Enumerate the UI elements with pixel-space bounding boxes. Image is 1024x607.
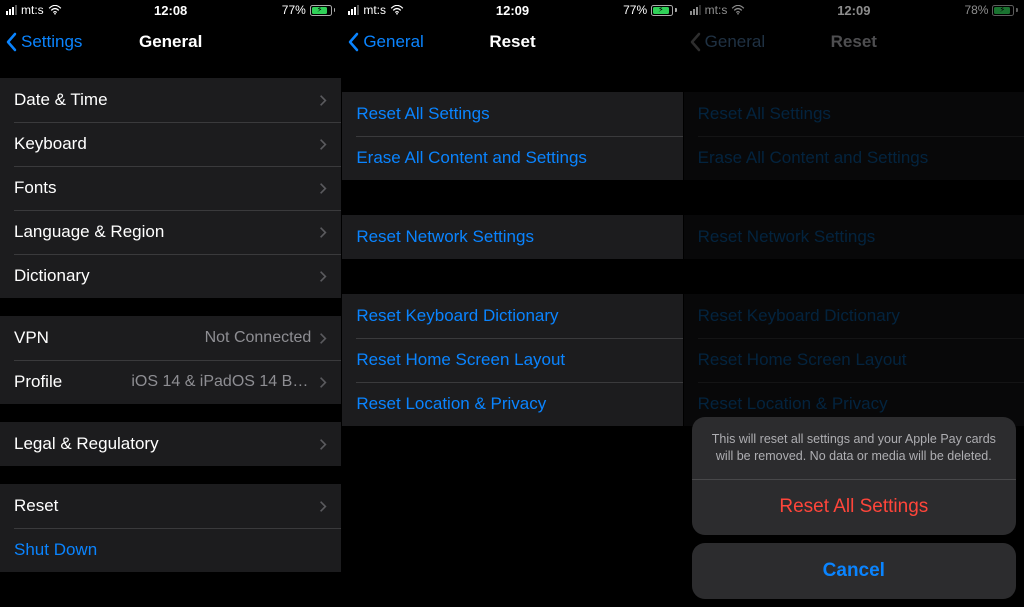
action-sheet: This will reset all settings and your Ap… bbox=[692, 417, 1016, 599]
reset-option[interactable]: Reset Location & Privacy bbox=[342, 382, 682, 426]
reset-group: Reset Keyboard Dictionary Reset Home Scre… bbox=[342, 294, 682, 426]
pane-reset: mt:s 12:09 77% ⚡︎ General Reset Reset Al… bbox=[341, 0, 682, 607]
reset-option-label: Reset Network Settings bbox=[356, 227, 534, 247]
settings-group: Date & Time Keyboard Fonts Language & Regio… bbox=[0, 78, 341, 298]
reset-option[interactable]: Reset Keyboard Dictionary bbox=[342, 294, 682, 338]
reset-option-label: Reset All Settings bbox=[356, 104, 489, 124]
reset-group: Reset Network Settings bbox=[342, 215, 682, 259]
settings-row[interactable]: Fonts bbox=[0, 166, 341, 210]
chevron-left-icon bbox=[6, 32, 18, 52]
settings-row[interactable]: ProfileiOS 14 & iPadOS 14 Beta Softwar..… bbox=[0, 360, 341, 404]
reset-option[interactable]: Reset Home Screen Layout bbox=[342, 338, 682, 382]
settings-group: VPNNot ConnectedProfileiOS 14 & iPadOS 1… bbox=[0, 316, 341, 404]
reset-content: Reset All Settings Erase All Content and … bbox=[342, 64, 682, 607]
row-label: Profile bbox=[14, 372, 131, 392]
row-label: Shut Down bbox=[14, 540, 327, 560]
status-bar: mt:s 12:08 77% ⚡︎ bbox=[0, 0, 341, 20]
reset-option[interactable]: Reset Network Settings bbox=[342, 215, 682, 259]
back-label: Settings bbox=[21, 32, 82, 52]
signal-bars-icon bbox=[6, 5, 17, 15]
reset-all-settings-button[interactable]: Reset All Settings bbox=[692, 479, 1016, 535]
nav-title: Reset bbox=[489, 32, 535, 52]
nav-title: General bbox=[139, 32, 202, 52]
carrier-label: mt:s bbox=[21, 3, 44, 17]
battery-percent: 77% bbox=[623, 3, 647, 17]
settings-row[interactable]: Language & Region bbox=[0, 210, 341, 254]
row-label: VPN bbox=[14, 328, 205, 348]
row-label: Language & Region bbox=[14, 222, 319, 242]
action-sheet-card: This will reset all settings and your Ap… bbox=[692, 417, 1016, 535]
chevron-right-icon bbox=[319, 332, 327, 345]
reset-option-label: Reset Location & Privacy bbox=[356, 394, 546, 414]
settings-group: Reset Shut Down bbox=[0, 484, 341, 572]
settings-content: Date & Time Keyboard Fonts Language & Regio… bbox=[0, 64, 341, 607]
chevron-right-icon bbox=[319, 376, 327, 389]
reset-group: Reset All Settings Erase All Content and … bbox=[342, 92, 682, 180]
carrier-label: mt:s bbox=[363, 3, 386, 17]
chevron-right-icon bbox=[319, 182, 327, 195]
nav-bar: Settings General bbox=[0, 20, 341, 64]
settings-row[interactable]: Reset bbox=[0, 484, 341, 528]
battery-icon: ⚡︎ bbox=[651, 5, 677, 16]
row-label: Legal & Regulatory bbox=[14, 434, 319, 454]
settings-row[interactable]: Keyboard bbox=[0, 122, 341, 166]
cancel-button[interactable]: Cancel bbox=[692, 543, 1016, 599]
settings-row[interactable]: Shut Down bbox=[0, 528, 341, 572]
back-label: General bbox=[363, 32, 423, 52]
chevron-right-icon bbox=[319, 270, 327, 283]
chevron-right-icon bbox=[319, 226, 327, 239]
reset-option[interactable]: Erase All Content and Settings bbox=[342, 136, 682, 180]
settings-group: Legal & Regulatory bbox=[0, 422, 341, 466]
chevron-right-icon bbox=[319, 94, 327, 107]
nav-bar: General Reset bbox=[342, 20, 682, 64]
back-button[interactable]: General bbox=[348, 32, 423, 52]
row-label: Date & Time bbox=[14, 90, 319, 110]
chevron-right-icon bbox=[319, 438, 327, 451]
battery-percent: 77% bbox=[282, 3, 306, 17]
row-label: Keyboard bbox=[14, 134, 319, 154]
reset-option-label: Reset Home Screen Layout bbox=[356, 350, 565, 370]
row-label: Reset bbox=[14, 496, 319, 516]
settings-row[interactable]: Dictionary bbox=[0, 254, 341, 298]
settings-row[interactable]: VPNNot Connected bbox=[0, 316, 341, 360]
battery-icon: ⚡︎ bbox=[310, 5, 336, 16]
chevron-right-icon bbox=[319, 138, 327, 151]
status-time: 12:08 bbox=[154, 3, 187, 18]
status-bar: mt:s 12:09 77% ⚡︎ bbox=[342, 0, 682, 20]
signal-bars-icon bbox=[348, 5, 359, 15]
settings-row[interactable]: Date & Time bbox=[0, 78, 341, 122]
chevron-left-icon bbox=[348, 32, 360, 52]
chevron-right-icon bbox=[319, 500, 327, 513]
reset-option-label: Erase All Content and Settings bbox=[356, 148, 587, 168]
reset-option[interactable]: Reset All Settings bbox=[342, 92, 682, 136]
settings-row[interactable]: Legal & Regulatory bbox=[0, 422, 341, 466]
wifi-icon bbox=[48, 5, 62, 15]
reset-option-label: Reset Keyboard Dictionary bbox=[356, 306, 558, 326]
row-detail: iOS 14 & iPadOS 14 Beta Softwar... bbox=[131, 373, 311, 391]
action-sheet-message: This will reset all settings and your Ap… bbox=[692, 417, 1016, 479]
back-button[interactable]: Settings bbox=[6, 32, 82, 52]
status-time: 12:09 bbox=[496, 3, 529, 18]
row-detail: Not Connected bbox=[205, 329, 312, 347]
pane-reset-sheet: mt:s 12:09 78% ⚡︎ General Reset Reset Al… bbox=[683, 0, 1024, 607]
row-label: Fonts bbox=[14, 178, 319, 198]
row-label: Dictionary bbox=[14, 266, 319, 286]
pane-general: mt:s 12:08 77% ⚡︎ Settings General Date … bbox=[0, 0, 341, 607]
wifi-icon bbox=[390, 5, 404, 15]
